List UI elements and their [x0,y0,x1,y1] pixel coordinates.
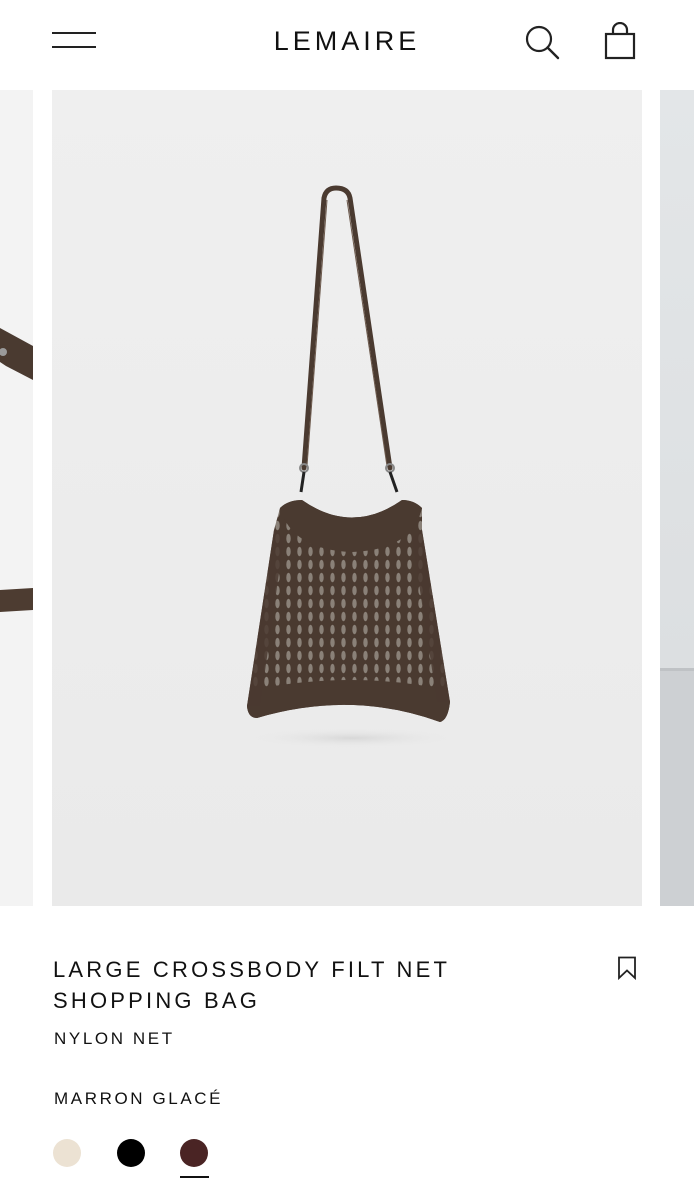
shopping-bag-icon [604,21,636,60]
product-info: LARGE CROSSBODY FILT NET SHOPPING BAG NY… [0,906,694,1200]
color-swatch-black[interactable] [117,1139,145,1167]
selected-swatch-indicator [180,1176,209,1178]
previous-product-image[interactable] [0,90,33,906]
wishlist-button[interactable] [617,956,637,981]
bookmark-icon [618,956,636,981]
product-title: LARGE CROSSBODY FILT NET SHOPPING BAG [53,957,450,1013]
color-swatch-marron[interactable] [180,1139,208,1167]
search-button[interactable] [524,24,560,60]
net-bag-image [247,185,457,748]
search-icon [525,25,560,60]
product-material: NYLON NET [54,1029,175,1048]
cart-button[interactable] [603,21,637,60]
product-image-carousel[interactable] [0,90,694,906]
brand-logo[interactable]: LEMAIRE [0,26,694,57]
color-swatch-cream[interactable] [53,1139,81,1167]
next-image-floor [660,668,694,906]
next-product-image[interactable] [660,90,694,906]
main-product-image[interactable] [52,90,642,906]
selected-color-name: MARRON GLACÉ [54,1089,224,1108]
header: LEMAIRE [0,0,694,90]
previous-image-bag-strap [0,328,33,612]
